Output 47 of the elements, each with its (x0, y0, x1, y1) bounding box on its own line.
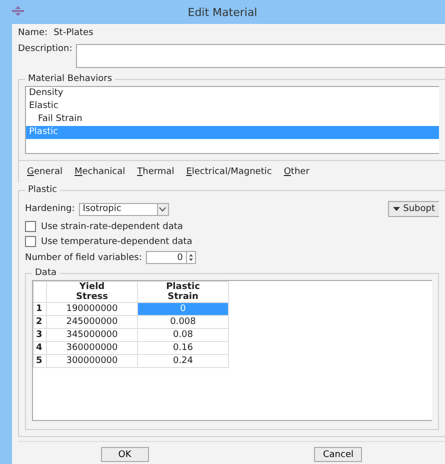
menu-item[interactable]: Mechanical (74, 167, 126, 177)
suboptions-button[interactable]: Subopt (388, 201, 439, 217)
dialog-button[interactable]: Cancel (314, 447, 362, 462)
description-label: Description: (18, 44, 72, 56)
name-value: St-Plates (54, 28, 94, 38)
checkbox[interactable] (25, 236, 36, 247)
menu-item[interactable]: Thermal (137, 167, 174, 177)
table-cell[interactable]: 360000000 (46, 342, 138, 354)
behavior-item[interactable]: Elastic (26, 100, 439, 113)
chevron-icon (159, 206, 166, 212)
table-cell[interactable]: 245000000 (46, 316, 138, 328)
table-cell[interactable]: 345000000 (46, 328, 138, 342)
table-cell[interactable]: 300000000 (46, 354, 138, 368)
menu-item[interactable]: Other (284, 167, 310, 177)
menu-item[interactable]: General (27, 167, 62, 177)
section-title: Material Behaviors (27, 74, 114, 84)
row-number: 3 (34, 328, 46, 342)
caret-icon (393, 207, 400, 211)
row-number: 5 (34, 354, 46, 368)
name-label: Name: (18, 28, 48, 38)
table-cell[interactable]: 0.16 (138, 342, 228, 354)
table-cell[interactable]: 0.008 (138, 316, 228, 328)
row-number: 4 (34, 342, 46, 354)
behavior-item[interactable]: Density (26, 87, 439, 100)
column-header: Yield Stress (46, 282, 138, 302)
column-header: Plastic Strain (138, 282, 228, 302)
section-title: Plastic (27, 185, 58, 195)
checkbox-label: Use strain-rate-dependent data (41, 222, 183, 232)
table-cell[interactable]: 190000000 (46, 302, 138, 316)
app-icon (12, 6, 24, 16)
field-variables-spinbox[interactable]: 0 (146, 251, 196, 264)
behavior-item[interactable]: Fail Strain (26, 113, 439, 126)
table-cell[interactable]: 0.08 (138, 328, 228, 342)
description-field[interactable] (76, 44, 445, 68)
table-cell[interactable]: 0.24 (138, 354, 228, 368)
checkbox-label: Use temperature-dependent data (41, 236, 192, 246)
field-variables-label: Number of field variables: (25, 252, 142, 262)
section-title: Data (34, 268, 58, 278)
hardening-label: Hardening: (25, 204, 75, 214)
row-number: 1 (34, 302, 46, 316)
row-number: 2 (34, 316, 46, 328)
checkbox[interactable] (25, 221, 36, 232)
menu-item[interactable]: Electrical/Magnetic (186, 167, 272, 177)
dialog-button[interactable]: OK (100, 447, 149, 462)
spin-arrows-icon[interactable] (186, 252, 195, 263)
hardening-dropdown[interactable]: Isotropic (78, 202, 169, 216)
window-title: Edit Material (188, 6, 258, 18)
